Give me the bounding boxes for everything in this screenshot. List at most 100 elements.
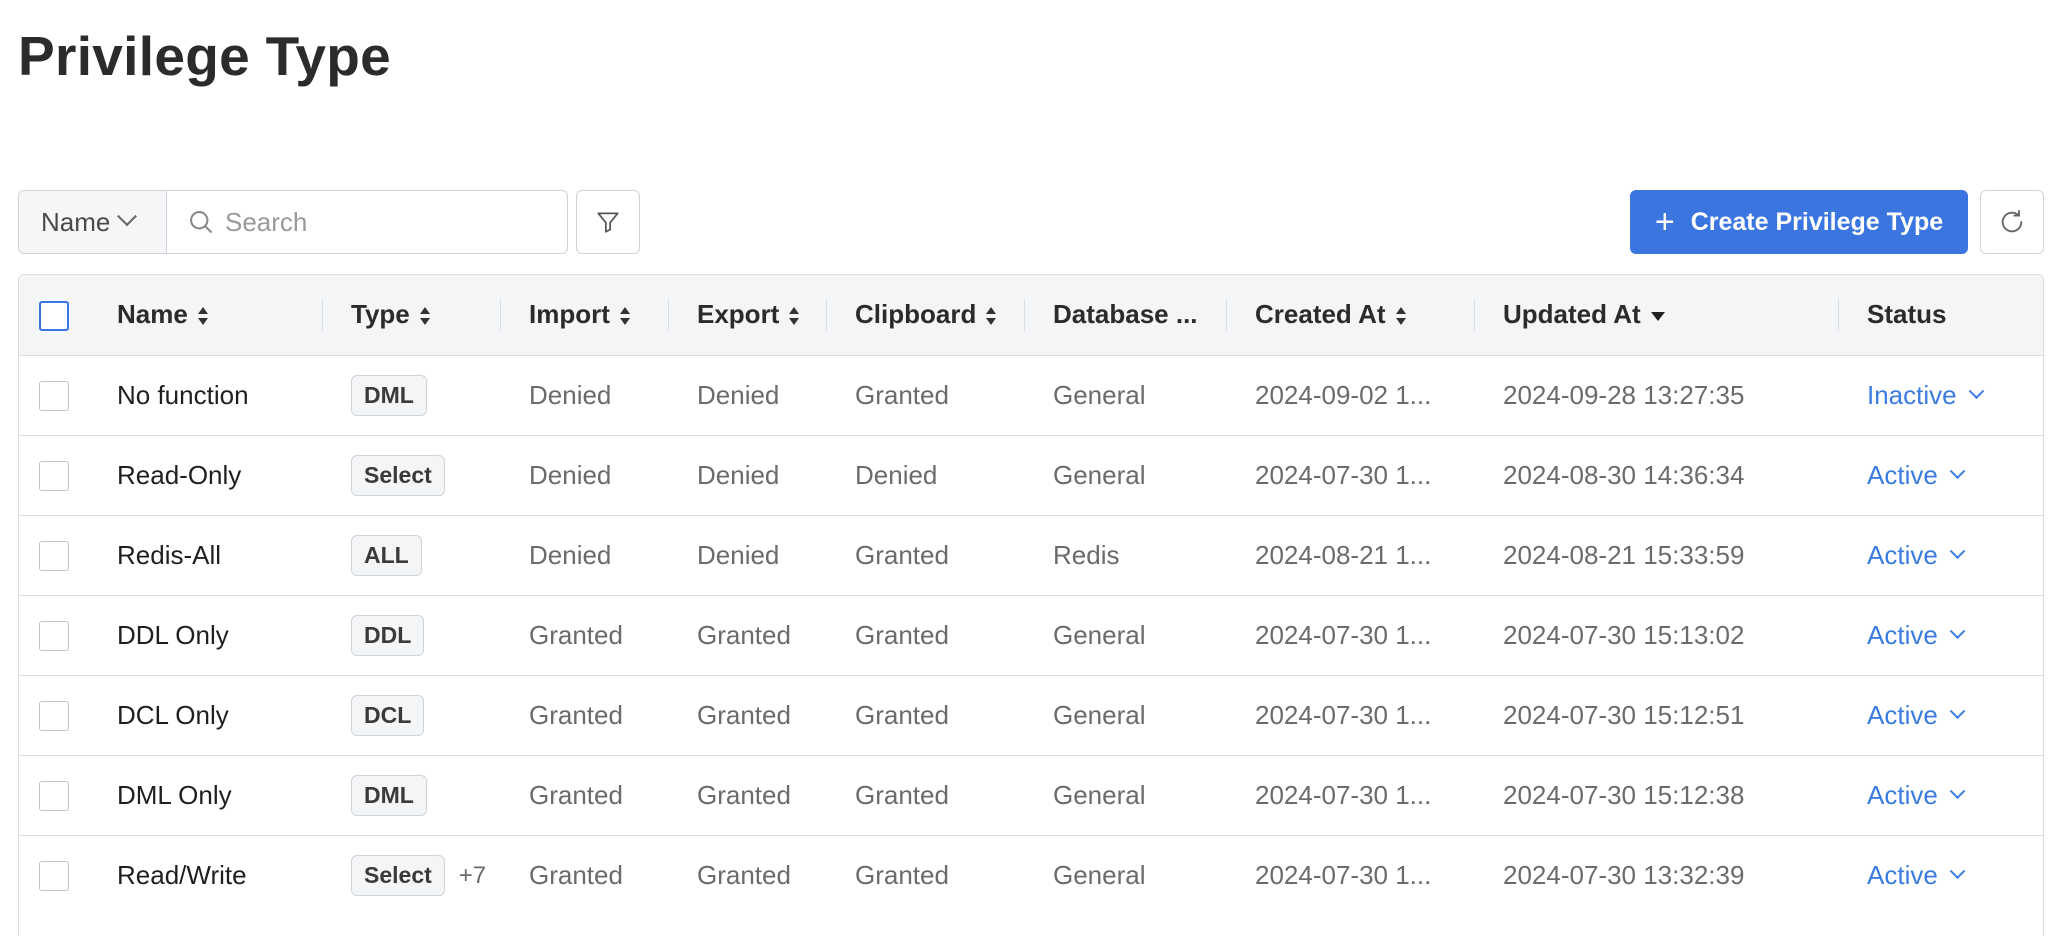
table-row[interactable]: DCL Only DCL Granted Granted Granted General 2… <box>19 675 2043 755</box>
column-header-export[interactable]: Export <box>669 275 827 355</box>
cell-database: General <box>1053 619 1146 650</box>
status-label: Active <box>1867 699 1938 730</box>
select-all-checkbox[interactable] <box>39 300 69 331</box>
chevron-down-icon <box>1949 702 1966 719</box>
column-header-name[interactable]: Name <box>117 275 323 355</box>
sort-descending-icon <box>1650 311 1665 321</box>
search-input[interactable] <box>225 206 555 238</box>
status-label: Active <box>1867 539 1938 570</box>
search-field-select[interactable]: Name <box>19 191 167 253</box>
search-icon <box>190 211 213 234</box>
status-dropdown[interactable]: Active <box>1867 859 1966 891</box>
cell-created-at: 2024-09-02 1... <box>1255 379 1432 410</box>
status-label: Active <box>1867 619 1938 650</box>
cell-status: Active <box>1839 835 2043 915</box>
refresh-icon <box>2001 209 2023 233</box>
cell-export: Denied <box>697 539 780 570</box>
row-select-cell <box>19 515 117 595</box>
toolbar: Name + Create Privilege Type <box>18 190 2044 254</box>
select-all-cell <box>19 275 117 355</box>
cell-import: Granted <box>529 779 623 810</box>
row-select-cell <box>19 435 117 515</box>
cell-import: Granted <box>529 859 623 890</box>
filter-icon <box>597 212 619 233</box>
table-row[interactable]: DDL Only DDL Granted Granted Granted General 2… <box>19 595 2043 675</box>
filter-button[interactable] <box>576 190 640 254</box>
cell-database: Redis <box>1053 539 1120 570</box>
status-label: Active <box>1867 459 1938 490</box>
cell-status: Active <box>1839 675 2043 755</box>
cell-import: Denied <box>529 459 612 490</box>
cell-export: Granted <box>697 859 791 890</box>
status-dropdown[interactable]: Active <box>1867 539 1966 571</box>
cell-export: Granted <box>697 619 791 650</box>
type-tag: ALL <box>351 534 422 576</box>
column-header-database[interactable]: Database ... <box>1025 275 1227 355</box>
row-checkbox[interactable] <box>39 461 69 492</box>
cell-type: DDL <box>323 595 501 675</box>
cell-updated-at: 2024-07-30 15:13:02 <box>1503 619 1745 650</box>
privilege-type-table: Name Type Import Export Clipboard Databa… <box>18 274 2044 936</box>
cell-name: Read-Only <box>117 459 242 490</box>
plus-icon: + <box>1654 203 1675 241</box>
cell-export: Granted <box>697 699 791 730</box>
row-select-cell <box>19 755 117 835</box>
cell-status: Active <box>1839 595 2043 675</box>
column-header-clipboard[interactable]: Clipboard <box>827 275 1025 355</box>
status-label: Inactive <box>1867 379 1957 410</box>
status-dropdown[interactable]: Active <box>1867 459 1966 491</box>
row-checkbox[interactable] <box>39 861 69 892</box>
column-header-created-at[interactable]: Created At <box>1227 275 1475 355</box>
cell-type: DML <box>323 755 501 835</box>
status-dropdown[interactable]: Active <box>1867 619 1966 651</box>
refresh-button[interactable] <box>1980 190 2044 254</box>
cell-name: Read/Write <box>117 859 247 890</box>
status-dropdown[interactable]: Active <box>1867 699 1966 731</box>
cell-type: DML <box>323 355 501 435</box>
cell-created-at: 2024-07-30 1... <box>1255 859 1432 890</box>
table-row[interactable]: DML Only DML Granted Granted Granted General 2… <box>19 755 2043 835</box>
table-header-row: Name Type Import Export Clipboard Databa… <box>19 275 2043 355</box>
column-header-updated-at[interactable]: Updated At <box>1475 275 1839 355</box>
status-dropdown[interactable]: Active <box>1867 780 1966 811</box>
row-checkbox[interactable] <box>39 541 69 572</box>
status-label: Active <box>1867 859 1938 890</box>
search-group: Name <box>18 190 568 254</box>
column-header-import[interactable]: Import <box>501 275 669 355</box>
more-types-count[interactable]: +7 <box>459 862 486 889</box>
search-field-label: Name <box>41 206 111 237</box>
table-row[interactable]: No function DML Denied Denied Granted General… <box>19 355 2043 435</box>
cell-type: ALL <box>323 515 501 595</box>
column-header-status[interactable]: Status <box>1839 275 2043 355</box>
cell-status: Inactive <box>1839 355 2043 435</box>
cell-export: Denied <box>697 379 780 410</box>
create-privilege-type-button[interactable]: + Create Privilege Type <box>1630 190 1968 254</box>
cell-name: No function <box>117 379 249 410</box>
row-checkbox[interactable] <box>39 621 69 652</box>
cell-status: Active <box>1839 755 2043 835</box>
row-checkbox[interactable] <box>39 381 69 412</box>
cell-type: Select +7 <box>323 835 501 915</box>
cell-clipboard: Granted <box>855 859 949 890</box>
column-header-type[interactable]: Type <box>323 275 501 355</box>
status-dropdown[interactable]: Inactive <box>1867 379 1984 411</box>
cell-database: General <box>1053 779 1146 810</box>
cell-clipboard: Denied <box>855 459 938 490</box>
table-row[interactable]: Read/Write Select +7 Granted Granted Granted G… <box>19 835 2043 915</box>
sort-icon <box>986 306 997 326</box>
cell-clipboard: Granted <box>855 779 949 810</box>
row-checkbox[interactable] <box>39 701 69 732</box>
sort-icon <box>419 306 430 326</box>
type-tag: DCL <box>351 694 425 736</box>
cell-export: Granted <box>697 779 791 810</box>
cell-clipboard: Granted <box>855 379 949 410</box>
table-row[interactable]: Redis-All ALL Denied Denied Granted Redis 2024… <box>19 515 2043 595</box>
row-checkbox[interactable] <box>39 781 69 812</box>
cell-updated-at: 2024-07-30 15:12:51 <box>1503 699 1745 730</box>
cell-created-at: 2024-07-30 1... <box>1255 779 1432 810</box>
cell-clipboard: Granted <box>855 619 949 650</box>
chevron-down-icon <box>1949 542 1966 559</box>
cell-created-at: 2024-08-21 1... <box>1255 539 1432 570</box>
table-row[interactable]: Read-Only Select Denied Denied Denied General… <box>19 435 2043 515</box>
chevron-down-icon <box>1949 462 1966 479</box>
